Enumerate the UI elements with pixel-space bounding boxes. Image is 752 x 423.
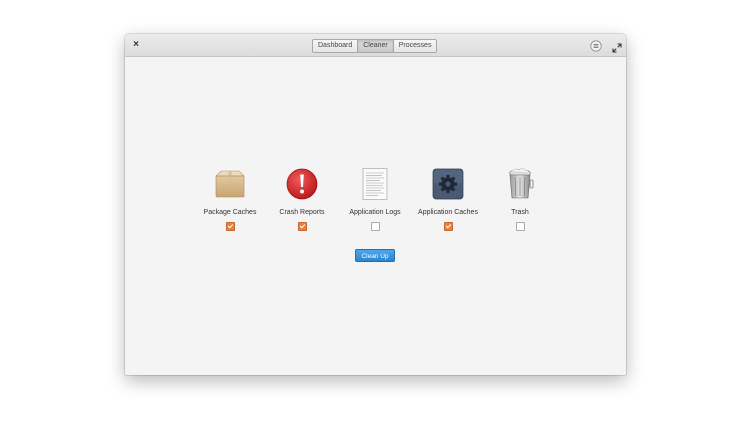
mode-switcher: Dashboard Cleaner Processes	[312, 39, 438, 53]
cleaner-item-package-caches: Package Caches	[190, 167, 270, 231]
maximize-icon	[612, 43, 622, 53]
application-logs-checkbox[interactable]	[370, 222, 380, 231]
cleaner-item-application-caches: Application Caches	[408, 167, 488, 231]
fullscreen-button[interactable]	[612, 40, 622, 53]
crash-reports-checkbox[interactable]	[297, 222, 307, 231]
app-menu-button[interactable]	[590, 39, 602, 52]
item-label: Application Logs	[349, 209, 401, 216]
trash-checkbox[interactable]	[515, 222, 525, 231]
item-label: Trash	[511, 209, 529, 216]
tab-dashboard[interactable]: Dashboard	[313, 40, 359, 52]
cleaner-view: Package Caches Crash Reports Application…	[125, 57, 626, 375]
app-window: × Dashboard Cleaner Processes Package Ca…	[125, 34, 626, 375]
application-caches-checkbox[interactable]	[443, 222, 453, 231]
titlebar: × Dashboard Cleaner Processes	[125, 34, 626, 57]
item-label: Package Caches	[203, 209, 257, 216]
package-box-icon	[213, 167, 247, 201]
clean-up-button[interactable]: Clean Up	[355, 249, 395, 262]
cleaner-item-crash-reports: Crash Reports	[262, 167, 342, 231]
cleaner-item-application-logs: Application Logs	[335, 167, 415, 231]
tab-processes[interactable]: Processes	[394, 40, 437, 52]
package-caches-checkbox[interactable]	[225, 222, 235, 231]
error-alert-icon	[285, 167, 319, 201]
tab-cleaner[interactable]: Cleaner	[358, 40, 394, 52]
item-label: Crash Reports	[279, 209, 325, 216]
close-button[interactable]: ×	[130, 39, 142, 51]
item-label: Application Caches	[418, 209, 478, 216]
app-menu-icon	[590, 40, 602, 52]
settings-gear-icon	[431, 167, 465, 201]
text-document-icon	[358, 167, 392, 201]
trash-can-icon	[503, 167, 537, 201]
cleaner-item-trash: Trash	[480, 167, 560, 231]
